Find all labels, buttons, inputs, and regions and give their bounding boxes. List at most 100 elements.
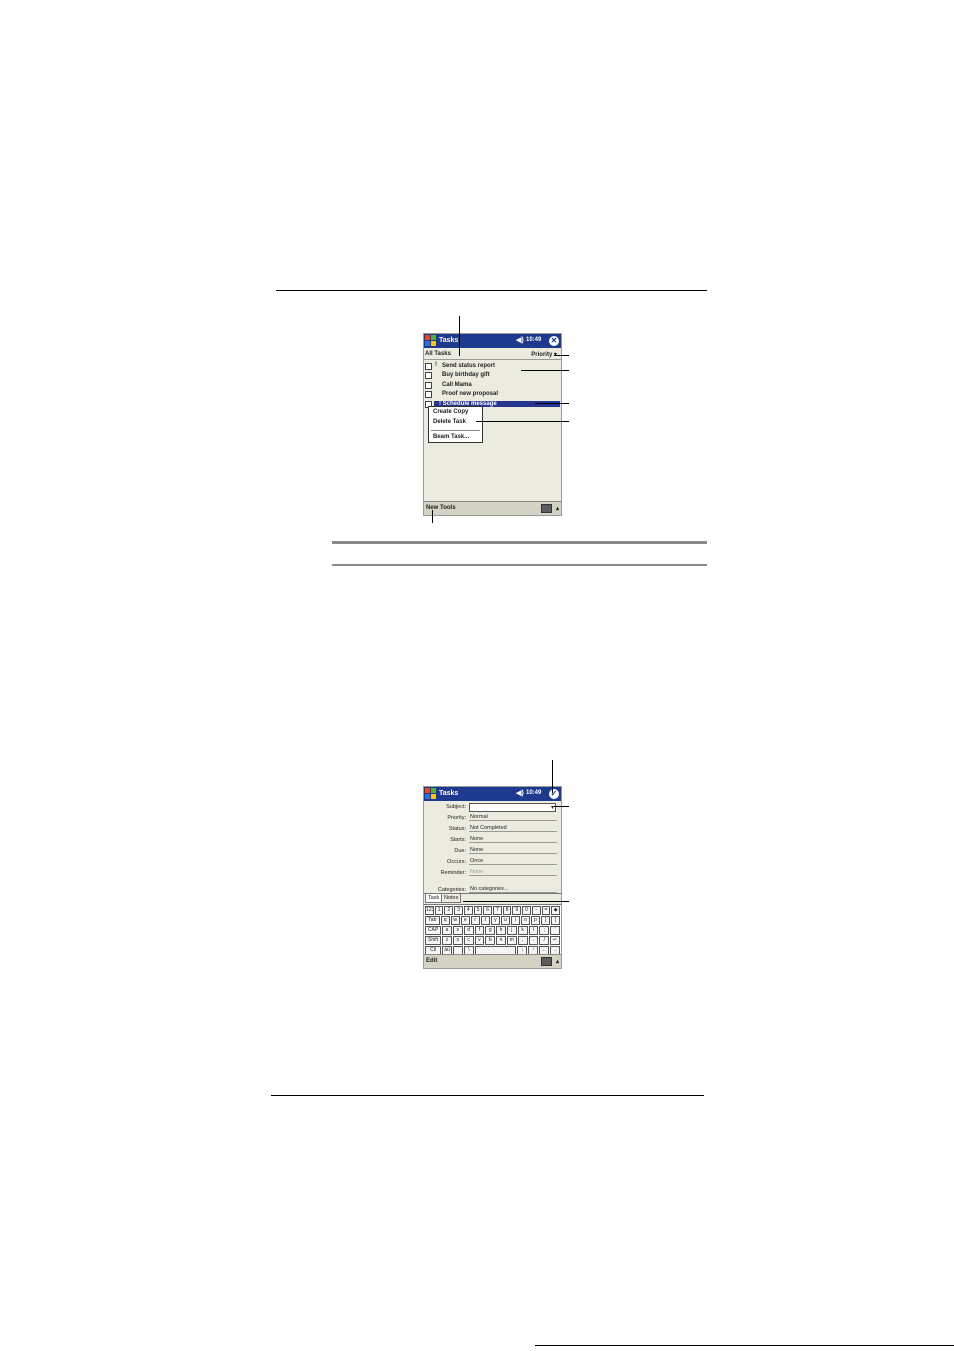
keyboard-row: Shift z x c v b n m , . / ↵ bbox=[425, 936, 560, 945]
key[interactable]: v bbox=[474, 936, 485, 945]
key[interactable]: 5 bbox=[473, 906, 483, 915]
key[interactable]: n bbox=[496, 936, 506, 945]
field-reminder[interactable]: Reminder: None bbox=[424, 868, 557, 879]
key[interactable]: f bbox=[474, 926, 485, 935]
title-bar: Tasks ◀) 10:49 ✓ bbox=[424, 787, 561, 801]
clock[interactable]: 10:49 bbox=[526, 790, 541, 796]
key[interactable]: z bbox=[442, 936, 452, 945]
backspace-key[interactable]: ◆ bbox=[551, 906, 561, 915]
key[interactable]: t bbox=[480, 916, 490, 925]
key[interactable]: / bbox=[539, 936, 550, 945]
input-selector-arrow-icon[interactable]: ▴ bbox=[556, 958, 559, 965]
key[interactable]: 0 bbox=[522, 906, 531, 915]
field-value[interactable]: No categories... bbox=[469, 886, 557, 893]
key[interactable]: k bbox=[517, 926, 528, 935]
key[interactable]: ' bbox=[550, 926, 560, 935]
key[interactable]: c bbox=[463, 936, 474, 945]
start-menu-icon[interactable] bbox=[425, 788, 437, 800]
key[interactable]: . bbox=[528, 936, 539, 945]
field-due[interactable]: Due: None bbox=[424, 846, 557, 857]
caps-key[interactable]: CAP bbox=[425, 926, 442, 935]
tab-task[interactable]: Task bbox=[425, 894, 443, 903]
key[interactable]: 1 bbox=[434, 906, 444, 915]
key[interactable]: l bbox=[528, 926, 539, 935]
key[interactable]: s bbox=[452, 926, 463, 935]
menu-bar: Edit ▴ bbox=[424, 954, 561, 968]
context-menu: Create Copy Delete Task Beam Task... bbox=[428, 406, 483, 443]
key[interactable]: m bbox=[506, 936, 517, 945]
key[interactable]: h bbox=[496, 926, 506, 935]
key[interactable]: ; bbox=[539, 926, 550, 935]
clock[interactable]: 10:49 bbox=[526, 337, 541, 343]
key[interactable]: q bbox=[440, 916, 450, 925]
field-label: Starts: bbox=[450, 837, 466, 843]
key[interactable]: [ bbox=[540, 916, 550, 925]
field-status[interactable]: Status: Not Completed bbox=[424, 824, 557, 835]
key[interactable]: a bbox=[442, 926, 452, 935]
tab-key[interactable]: Tab bbox=[425, 916, 440, 925]
field-value[interactable]: Once bbox=[469, 858, 557, 865]
key[interactable]: x bbox=[452, 936, 463, 945]
menu-new-tools[interactable]: New Tools bbox=[426, 505, 456, 511]
tab-notes[interactable]: Notes bbox=[441, 894, 462, 903]
key[interactable]: i bbox=[510, 916, 520, 925]
menu-item-create-copy[interactable]: Create Copy bbox=[433, 409, 468, 415]
field-occurs[interactable]: Occurs: Once bbox=[424, 857, 557, 868]
key[interactable]: ] bbox=[551, 916, 561, 925]
key[interactable]: 123 bbox=[425, 906, 434, 915]
filter-dropdown[interactable]: All Tasks bbox=[425, 351, 451, 357]
shift-key[interactable]: Shift bbox=[425, 936, 442, 945]
key[interactable]: = bbox=[541, 906, 551, 915]
menu-item-beam-task[interactable]: Beam Task... bbox=[433, 434, 469, 440]
menu-edit[interactable]: Edit bbox=[426, 958, 437, 964]
input-selector-arrow-icon[interactable]: ▴ bbox=[556, 505, 559, 512]
key[interactable]: 2 bbox=[444, 906, 454, 915]
key[interactable]: 8 bbox=[502, 906, 512, 915]
field-starts[interactable]: Starts: None bbox=[424, 835, 557, 846]
key[interactable]: w bbox=[450, 916, 460, 925]
key[interactable]: 9 bbox=[512, 906, 522, 915]
callout-line bbox=[552, 760, 553, 793]
task-checkbox[interactable] bbox=[425, 363, 432, 370]
task-checkbox[interactable] bbox=[425, 372, 432, 379]
start-menu-icon[interactable] bbox=[425, 335, 437, 347]
key[interactable]: 3 bbox=[454, 906, 463, 915]
key[interactable]: 4 bbox=[463, 906, 473, 915]
key[interactable]: y bbox=[490, 916, 500, 925]
key[interactable]: g bbox=[485, 926, 496, 935]
field-value[interactable]: Normal bbox=[469, 814, 557, 821]
key[interactable]: p bbox=[530, 916, 540, 925]
callout-line bbox=[476, 421, 569, 422]
task-row[interactable]: Proof new proposal bbox=[424, 390, 561, 400]
key[interactable]: d bbox=[463, 926, 474, 935]
key[interactable]: b bbox=[485, 936, 496, 945]
key[interactable]: - bbox=[531, 906, 541, 915]
close-icon[interactable]: ✕ bbox=[549, 336, 559, 346]
field-value[interactable]: None bbox=[469, 836, 557, 843]
speaker-icon[interactable]: ◀) bbox=[516, 336, 524, 344]
keyboard-icon[interactable] bbox=[541, 504, 552, 513]
speaker-icon[interactable]: ◀) bbox=[516, 789, 524, 797]
keyboard-icon[interactable] bbox=[541, 957, 552, 966]
field-priority[interactable]: Priority: Normal bbox=[424, 813, 557, 824]
key[interactable]: u bbox=[500, 916, 510, 925]
field-value[interactable]: None bbox=[469, 869, 557, 876]
keyboard-row: Tab q w e r t y u i o p [ ] bbox=[425, 916, 561, 925]
task-checkbox[interactable] bbox=[425, 382, 432, 389]
ok-button-icon[interactable]: ✓ bbox=[549, 789, 559, 799]
key[interactable]: , bbox=[517, 936, 528, 945]
key[interactable]: r bbox=[470, 916, 480, 925]
key[interactable]: e bbox=[460, 916, 470, 925]
footer-rule bbox=[535, 1345, 954, 1346]
key[interactable]: j bbox=[506, 926, 517, 935]
key[interactable]: 6 bbox=[483, 906, 493, 915]
enter-key[interactable]: ↵ bbox=[550, 936, 560, 945]
subject-input[interactable]: ▾ bbox=[469, 803, 556, 812]
field-value[interactable]: None bbox=[469, 847, 557, 854]
key[interactable]: 7 bbox=[493, 906, 502, 915]
menu-item-delete-task[interactable]: Delete Task bbox=[433, 419, 466, 425]
task-row[interactable]: Buy birthday gift bbox=[424, 371, 561, 381]
field-value[interactable]: Not Completed bbox=[469, 825, 557, 832]
key[interactable]: o bbox=[520, 916, 530, 925]
task-checkbox[interactable] bbox=[425, 391, 432, 398]
